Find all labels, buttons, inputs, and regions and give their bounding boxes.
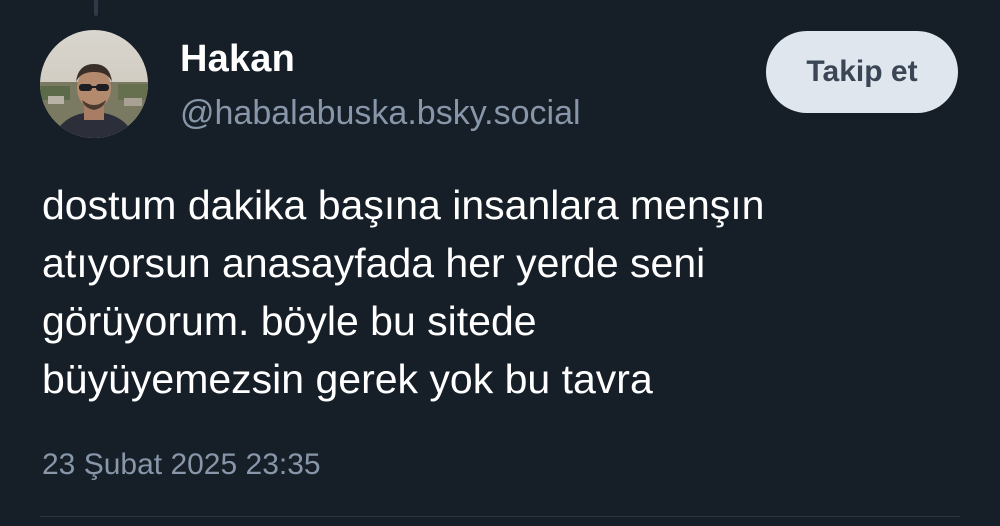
author-display-name[interactable]: Hakan bbox=[180, 38, 295, 81]
avatar[interactable] bbox=[40, 30, 148, 138]
post-timestamp[interactable]: 23 Şubat 2025 23:35 bbox=[42, 448, 321, 482]
profile-photo-icon bbox=[40, 30, 148, 138]
post-text-line: büyüyemezsin gerek yok bu tavra bbox=[42, 356, 653, 402]
post-text-line: atıyorsun anasayfada her yerde seni bbox=[42, 240, 706, 286]
post-text-line: görüyorum. böyle bu sitede bbox=[42, 298, 537, 344]
post-text: dostum dakika başına insanlara menşın at… bbox=[42, 176, 962, 408]
author-handle[interactable]: @habalabuska.bsky.social bbox=[180, 94, 581, 133]
thread-connector-line bbox=[94, 0, 98, 16]
divider bbox=[40, 516, 960, 517]
follow-button[interactable]: Takip et bbox=[766, 31, 958, 113]
post-text-line: dostum dakika başına insanlara menşın bbox=[42, 182, 765, 228]
